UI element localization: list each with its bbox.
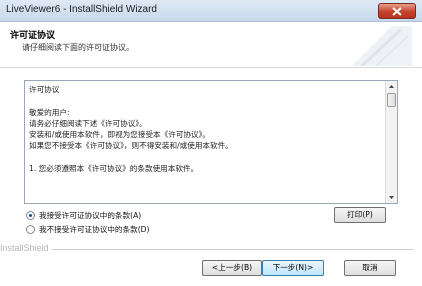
page-subtitle: 请仔细阅读下面的许可证协议。: [22, 43, 134, 52]
license-heading: 许可协议: [29, 85, 60, 94]
accept-option[interactable]: 我接受许可证协议中的条款(A): [26, 210, 141, 221]
decline-label[interactable]: 我不接受许可证协议中的条款(D): [39, 224, 150, 235]
close-button[interactable]: [378, 3, 416, 19]
accept-radio[interactable]: [26, 211, 35, 220]
close-icon: [392, 7, 402, 16]
page-title: 许可证协议: [10, 31, 56, 41]
scroll-thumb[interactable]: [387, 93, 396, 107]
next-button[interactable]: 下一步(N)>: [262, 260, 324, 276]
license-line: 如果您不接受本《许可协议》，则不得安装和/或使用本软件。: [29, 141, 233, 150]
title-bar[interactable]: LiveViewer6 - InstallShield Wizard: [0, 0, 422, 22]
license-text-box[interactable]: 许可协议 敬爱的用户: 请务必仔细阅读下述《许可协议》。 安装和/或使用本软件，…: [24, 80, 398, 204]
license-line: 安装和/或使用本软件，即视为您接受本《许可协议》。: [29, 130, 211, 139]
installshield-brand: InstallShield: [0, 243, 49, 253]
installer-graphic-icon: [352, 26, 412, 66]
license-line: 1. 您必须遵照本《许可协议》的条款使用本软件。: [29, 164, 199, 173]
window-title: LiveViewer6 - InstallShield Wizard: [6, 4, 157, 15]
footer-divider: [52, 249, 414, 250]
wizard-header: 许可证协议 请仔细阅读下面的许可证协议。: [0, 22, 422, 68]
back-button[interactable]: <上一步(B): [202, 260, 262, 276]
license-line: 敬爱的用户:: [29, 108, 70, 117]
accept-label[interactable]: 我接受许可证协议中的条款(A): [39, 210, 141, 221]
print-button[interactable]: 打印(P): [334, 207, 386, 223]
cancel-button[interactable]: 取消: [344, 260, 396, 276]
license-line: 请务必仔细阅读下述《许可协议》。: [29, 119, 147, 128]
scroll-down-arrow-icon[interactable]: [386, 192, 397, 203]
vertical-scrollbar[interactable]: [385, 81, 397, 203]
decline-option[interactable]: 我不接受许可证协议中的条款(D): [26, 224, 150, 235]
decline-radio[interactable]: [26, 225, 35, 234]
installer-window: LiveViewer6 - InstallShield Wizard 许可证协议…: [0, 0, 422, 286]
scroll-up-arrow-icon[interactable]: [386, 81, 397, 92]
license-content: 许可协议 敬爱的用户: 请务必仔细阅读下述《许可协议》。 安装和/或使用本软件，…: [29, 84, 379, 174]
